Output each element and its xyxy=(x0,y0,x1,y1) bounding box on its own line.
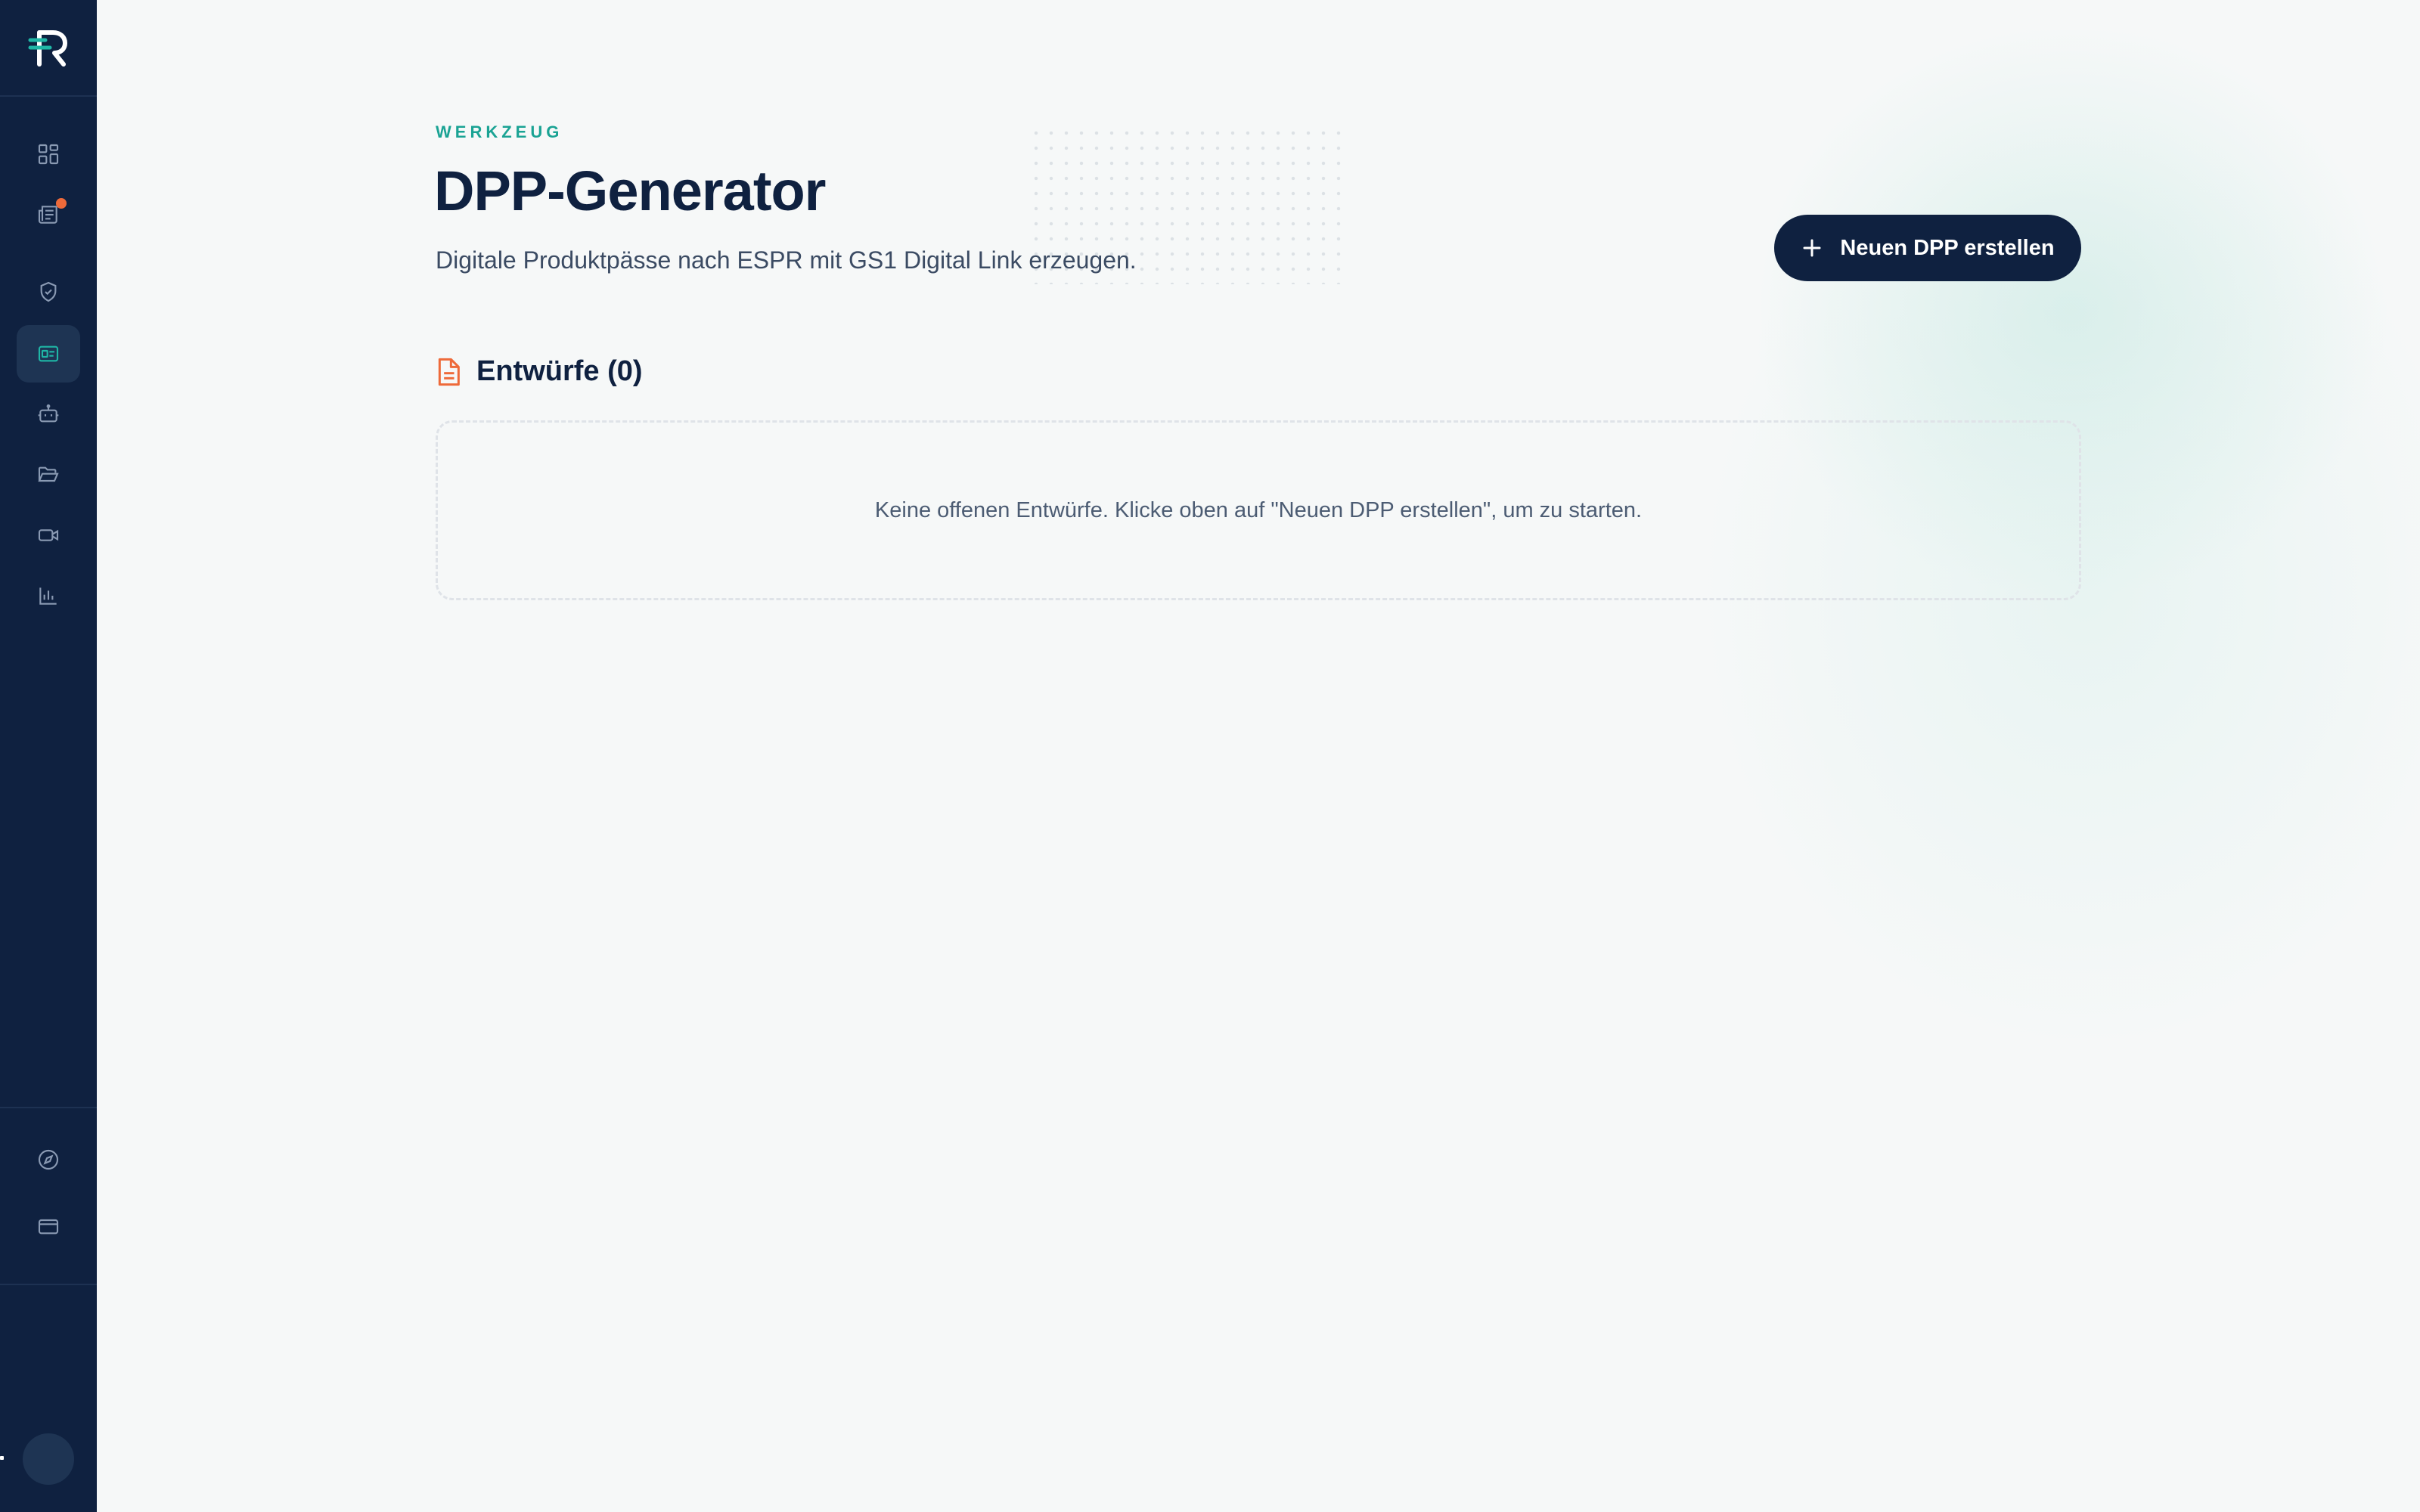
sidebar-item-compliance[interactable] xyxy=(17,263,80,321)
sidebar-divider xyxy=(0,1284,97,1285)
drafts-title: Entwürfe (0) xyxy=(476,355,643,387)
drafts-empty-message: Keine offenen Entwürfe. Klicke oben auf … xyxy=(874,497,1643,522)
compass-icon xyxy=(38,1149,59,1170)
create-dpp-button-label: Neuen DPP erstellen xyxy=(1840,235,2055,260)
video-camera-icon xyxy=(38,529,59,541)
shield-check-icon xyxy=(40,281,57,302)
notification-badge xyxy=(56,198,67,209)
robot-icon xyxy=(38,404,59,423)
brand-logo[interactable] xyxy=(0,0,97,97)
folder-open-icon xyxy=(38,466,59,482)
sidebar-edge-handle[interactable] xyxy=(0,1456,4,1460)
bar-chart-icon xyxy=(39,587,57,605)
credit-card-icon xyxy=(38,1219,59,1235)
avatar[interactable] xyxy=(23,1433,74,1485)
sidebar-item-files[interactable] xyxy=(17,446,80,503)
drafts-header: Entwürfe (0) xyxy=(436,355,643,388)
sidebar-item-dashboard[interactable] xyxy=(17,125,80,183)
sidebar-item-assistant[interactable] xyxy=(17,386,80,443)
page-subtitle: Digitale Produktpässe nach ESPR mit GS1 … xyxy=(436,246,1137,274)
plus-icon xyxy=(1803,239,1821,257)
sidebar-item-video[interactable] xyxy=(17,507,80,564)
sidebar xyxy=(0,0,97,1512)
drafts-empty-state: Keine offenen Entwürfe. Klicke oben auf … xyxy=(436,420,2081,600)
document-icon xyxy=(438,358,460,386)
id-card-icon xyxy=(38,345,59,362)
sidebar-divider xyxy=(0,1107,97,1108)
page-eyebrow: WERKZEUG xyxy=(436,122,563,141)
sidebar-item-dpp-generator[interactable] xyxy=(17,325,80,383)
sidebar-item-analytics[interactable] xyxy=(17,567,80,624)
page-title: DPP-Generator xyxy=(434,160,826,222)
sidebar-item-explore[interactable] xyxy=(17,1131,80,1188)
brand-r-logo xyxy=(28,30,67,67)
sidebar-item-billing[interactable] xyxy=(17,1198,80,1255)
grid-icon xyxy=(38,144,59,165)
sidebar-item-news[interactable] xyxy=(17,186,80,243)
create-dpp-button[interactable]: Neuen DPP erstellen xyxy=(1774,215,2081,281)
